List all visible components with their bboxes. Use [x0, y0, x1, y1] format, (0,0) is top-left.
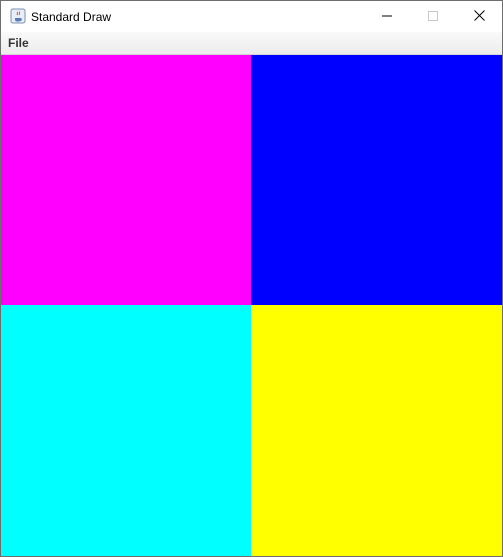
maximize-button[interactable]: [410, 1, 456, 32]
java-cup-icon[interactable]: [10, 8, 26, 24]
minimize-icon: [382, 8, 392, 26]
title-bar[interactable]: Standard Draw: [1, 1, 502, 32]
blue-square: [251, 55, 502, 305]
close-button[interactable]: [456, 1, 502, 32]
maximize-icon: [428, 8, 438, 26]
menu-file[interactable]: File: [8, 36, 29, 50]
minimize-button[interactable]: [364, 1, 410, 32]
window-title: Standard Draw: [31, 10, 112, 24]
close-icon: [473, 8, 485, 26]
cyan-square: [1, 305, 251, 556]
magenta-square: [1, 55, 251, 305]
yellow-square: [251, 305, 502, 556]
drawing-canvas[interactable]: [1, 55, 502, 556]
standard-draw-window: Standard Draw File: [0, 0, 503, 557]
menu-bar: File: [1, 32, 502, 55]
